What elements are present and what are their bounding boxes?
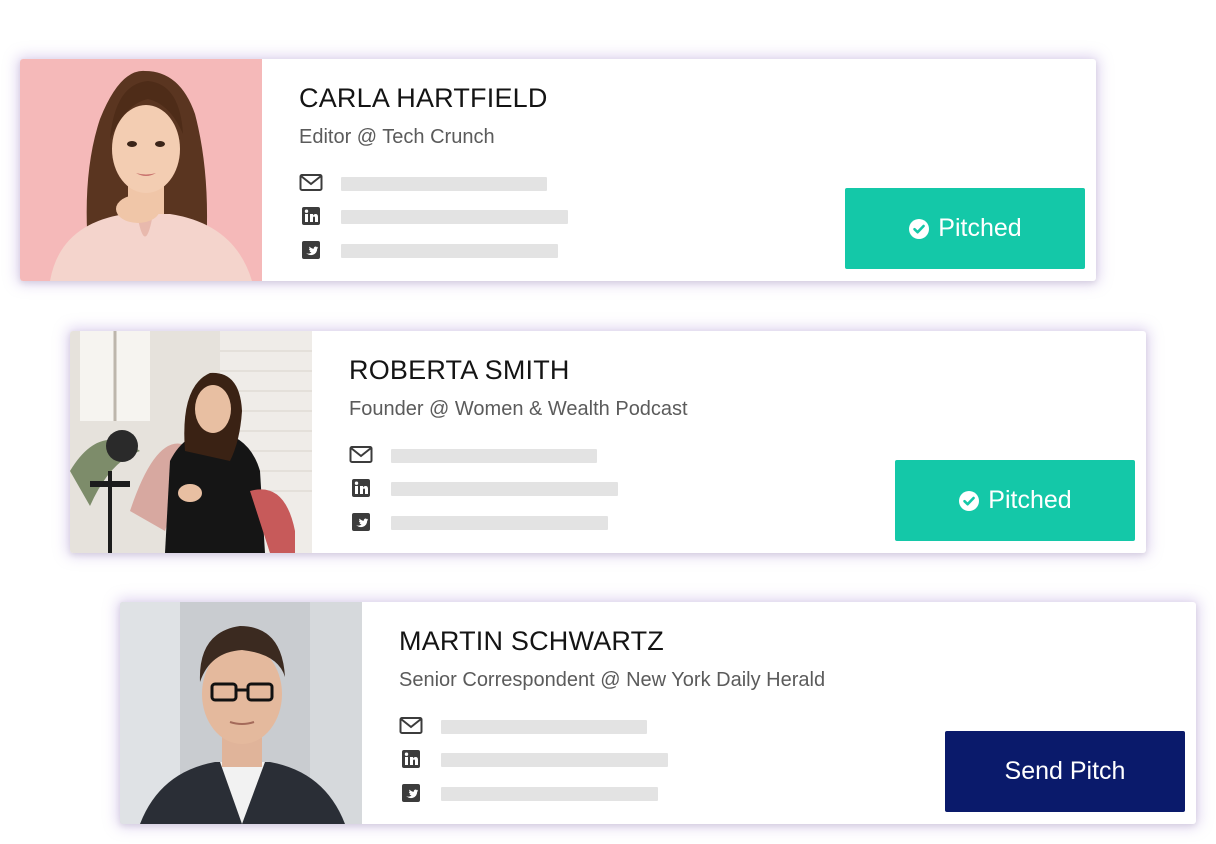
contact-info: ROBERTA SMITH Founder @ Women & Wealth P… — [349, 331, 1146, 553]
email-placeholder — [391, 449, 597, 463]
twitter-row[interactable] — [399, 783, 699, 803]
pitched-button[interactable]: Pitched — [895, 460, 1135, 541]
envelope-icon — [349, 446, 373, 463]
contact-photo — [20, 59, 262, 281]
email-row[interactable] — [299, 173, 599, 193]
send-pitch-button-label: Send Pitch — [1004, 757, 1126, 785]
linkedin-placeholder — [441, 753, 668, 767]
twitter-row[interactable] — [299, 240, 599, 260]
linkedin-placeholder — [341, 210, 568, 224]
contact-name: CARLA HARTFIELD — [299, 83, 548, 113]
linkedin-row[interactable] — [399, 749, 699, 769]
email-row[interactable] — [349, 445, 649, 465]
linkedin-row[interactable] — [299, 206, 599, 226]
contact-card: ROBERTA SMITH Founder @ Women & Wealth P… — [70, 331, 1146, 553]
envelope-icon — [299, 174, 323, 191]
contact-role: Editor @ Tech Crunch — [299, 126, 495, 148]
contact-photo — [70, 331, 312, 553]
twitter-placeholder — [341, 244, 558, 258]
email-row[interactable] — [399, 716, 699, 736]
contact-info: MARTIN SCHWARTZ Senior Correspondent @ N… — [399, 602, 1196, 824]
envelope-icon — [399, 717, 423, 734]
linkedin-icon — [402, 750, 420, 768]
linkedin-icon — [302, 207, 320, 225]
check-circle-icon — [959, 490, 980, 511]
send-pitch-button[interactable]: Send Pitch — [945, 731, 1185, 812]
contact-name: MARTIN SCHWARTZ — [399, 626, 664, 656]
email-placeholder — [341, 177, 547, 191]
pitched-button-label: Pitched — [938, 214, 1022, 242]
contact-info: CARLA HARTFIELD Editor @ Tech Crunch Pit… — [299, 59, 1096, 281]
contact-card: MARTIN SCHWARTZ Senior Correspondent @ N… — [120, 602, 1196, 824]
contact-role: Senior Correspondent @ New York Daily He… — [399, 669, 826, 691]
pitched-button-label: Pitched — [988, 486, 1072, 514]
twitter-icon — [402, 784, 420, 802]
contact-name: ROBERTA SMITH — [349, 355, 570, 385]
linkedin-icon — [352, 479, 370, 497]
twitter-placeholder — [441, 787, 658, 801]
pitched-button[interactable]: Pitched — [845, 188, 1085, 269]
linkedin-row[interactable] — [349, 478, 649, 498]
contact-photo — [120, 602, 362, 824]
twitter-row[interactable] — [349, 512, 649, 532]
email-placeholder — [441, 720, 647, 734]
twitter-icon — [302, 241, 320, 259]
linkedin-placeholder — [391, 482, 618, 496]
twitter-icon — [352, 513, 370, 531]
check-circle-icon — [909, 218, 930, 239]
contact-role: Founder @ Women & Wealth Podcast — [349, 398, 688, 420]
contact-card: CARLA HARTFIELD Editor @ Tech Crunch Pit… — [20, 59, 1096, 281]
twitter-placeholder — [391, 516, 608, 530]
